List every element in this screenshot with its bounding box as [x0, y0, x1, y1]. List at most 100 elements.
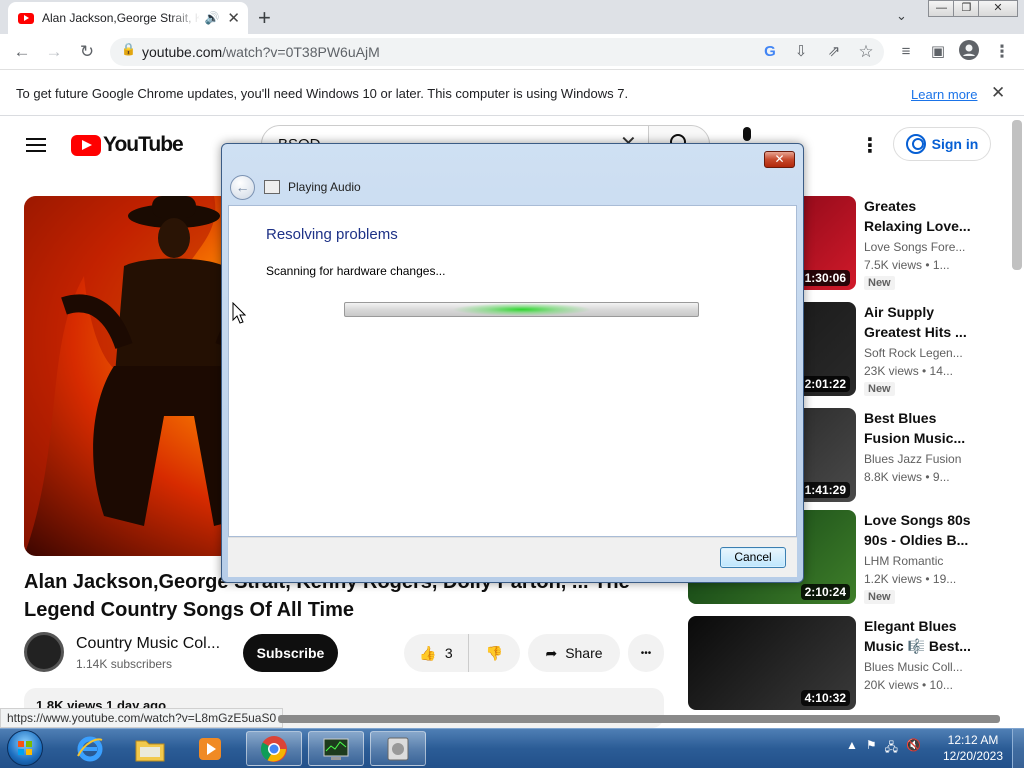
recommendation-channel[interactable]: Blues Music Coll...	[864, 660, 963, 674]
recommendation-channel[interactable]: Love Songs Fore...	[864, 240, 965, 254]
recommendation-title[interactable]: Best Blues Fusion Music...	[864, 408, 1014, 448]
action-center-flag-icon[interactable]: ⚑	[866, 738, 877, 759]
hamburger-menu-icon[interactable]	[26, 134, 46, 156]
thumbs-up-icon: 👍	[419, 644, 437, 661]
status-bubble-url: https://www.youtube.com/watch?v=L8mGzE5u…	[0, 708, 284, 728]
volume-muted-icon[interactable]: 🔇	[906, 738, 921, 759]
recommendation-title[interactable]: Love Songs 80s 90s - Oldies B...	[864, 510, 1014, 550]
learn-more-link[interactable]: Learn more	[911, 87, 977, 102]
chrome-menu-icon[interactable]: ⋮	[990, 40, 1014, 64]
recommendation-channel[interactable]: Blues Jazz Fusion	[864, 452, 961, 466]
thumbs-down-icon: 👎	[485, 644, 504, 661]
url-host: youtube.com	[142, 44, 223, 60]
page-scrollbar[interactable]	[1012, 120, 1022, 270]
list-item[interactable]: 4:10:32 Elegant Blues Music 🎼 Best... Bl…	[688, 616, 1018, 712]
speaker-icon[interactable]: 🔊	[204, 11, 219, 25]
recommendation-channel[interactable]: LHM Romantic	[864, 554, 943, 568]
share-button[interactable]: ➦ Share	[528, 634, 620, 672]
recommendation-meta: 7.5K views • 1...	[864, 258, 950, 272]
windows-logo-icon	[18, 741, 32, 755]
google-translate-icon[interactable]: G	[758, 40, 782, 64]
recommendation-title[interactable]: Elegant Blues Music 🎼 Best...	[864, 616, 1014, 656]
dialog-footer	[228, 537, 797, 577]
dialog-status-text: Scanning for hardware changes...	[266, 264, 446, 278]
back-arrow-icon[interactable]: ←	[10, 40, 34, 64]
chrome-icon[interactable]	[246, 731, 302, 766]
more-actions-button[interactable]: •••	[628, 634, 664, 672]
recommendation-meta: 1.2K views • 19...	[864, 572, 957, 586]
minimize-button[interactable]: —	[928, 0, 955, 17]
channel-name[interactable]: Country Music Col...	[76, 635, 220, 653]
youtube-logo[interactable]: YouTube	[71, 133, 184, 157]
youtube-wordmark: YouTube	[103, 133, 184, 156]
dialog-close-button[interactable]: ✕	[764, 151, 795, 168]
recommendation-title[interactable]: Greates Relaxing Love...	[864, 196, 1014, 236]
media-player-icon[interactable]	[182, 731, 238, 766]
install-app-icon[interactable]: ⇩	[789, 40, 813, 64]
infobar-message: To get future Google Chrome updates, you…	[16, 86, 629, 101]
share-icon[interactable]: ⇗	[822, 40, 846, 64]
duration-badge: 4:10:32	[800, 690, 850, 706]
recommendation-channel[interactable]: Soft Rock Legen...	[864, 346, 963, 360]
show-hidden-icons-icon[interactable]: ▲	[846, 738, 858, 759]
new-badge: New	[864, 382, 895, 396]
internet-explorer-icon[interactable]	[62, 731, 118, 766]
reload-icon[interactable]: ↻	[75, 40, 99, 64]
tab-close-icon[interactable]: ✕	[227, 9, 240, 27]
share-arrow-icon: ➦	[545, 644, 558, 661]
url-path: /watch?v=0T38PW6uAjM	[222, 44, 380, 60]
video-thumbnail[interactable]: 4:10:32	[688, 616, 856, 710]
sign-in-button[interactable]: Sign in	[893, 127, 991, 161]
task-manager-icon[interactable]	[308, 731, 364, 766]
forward-arrow-icon[interactable]: →	[42, 40, 66, 64]
browser-tab[interactable]: Alan Jackson,George Strait, K 🔊 ✕	[8, 2, 248, 34]
horizontal-scrollbar[interactable]	[278, 715, 1000, 723]
clock-date: 12/20/2023	[942, 749, 1004, 763]
url-text[interactable]: youtube.com/watch?v=0T38PW6uAjM	[142, 44, 380, 60]
bookmark-star-icon[interactable]: ☆	[854, 40, 878, 64]
channel-avatar[interactable]	[24, 632, 64, 672]
like-button[interactable]: 👍 3	[404, 634, 468, 672]
progress-marquee	[451, 303, 592, 316]
recommendation-meta: 20K views • 10...	[864, 678, 953, 692]
show-desktop-button[interactable]	[1012, 729, 1024, 768]
account-icon	[905, 134, 926, 154]
duration-badge: 2:01:22	[800, 376, 850, 392]
mouse-pointer-icon	[232, 301, 247, 329]
window-close-button[interactable]: ✕	[978, 0, 1018, 17]
like-count: 3	[444, 645, 453, 661]
dialog-content	[228, 205, 797, 537]
tab-search-chevron-icon[interactable]: ⌄	[896, 8, 907, 24]
troubleshooter-icon	[264, 180, 280, 194]
network-icon[interactable]: 🖧	[885, 738, 898, 759]
dislike-button[interactable]: 👎	[468, 634, 520, 672]
back-arrow-icon[interactable]: ←	[230, 175, 255, 200]
duration-badge: 1:30:06	[800, 270, 850, 286]
cancel-button[interactable]: Cancel	[720, 547, 786, 568]
dialog-window-title: Playing Audio	[288, 180, 361, 194]
infobar-close-icon[interactable]: ✕	[991, 83, 1005, 103]
new-tab-button[interactable]: +	[258, 5, 271, 31]
recommendation-meta: 23K views • 14...	[864, 364, 953, 378]
dialog-heading: Resolving problems	[266, 226, 398, 243]
notification-area: ▲ ⚑ 🖧 🔇	[846, 738, 921, 759]
side-panel-icon[interactable]: ▣	[926, 40, 950, 64]
subscriber-count: 1.14K subscribers	[76, 657, 173, 671]
start-button[interactable]	[7, 730, 43, 766]
profile-icon[interactable]	[957, 40, 981, 64]
recommendation-meta: 8.8K views • 9...	[864, 470, 950, 484]
troubleshooter-taskbar-icon[interactable]	[370, 731, 426, 766]
youtube-play-icon	[71, 134, 101, 156]
subscribe-button[interactable]: Subscribe	[243, 634, 338, 672]
media-control-icon[interactable]: ≡	[894, 40, 918, 64]
file-explorer-icon[interactable]	[122, 731, 178, 766]
settings-menu-icon[interactable]: ⋮	[860, 133, 880, 158]
progress-bar	[344, 302, 699, 317]
restore-button[interactable]: ❐	[953, 0, 980, 17]
new-badge: New	[864, 590, 895, 604]
system-clock[interactable]: 12:12 AM 12/20/2023	[938, 732, 1008, 764]
recommendation-title[interactable]: Air Supply Greatest Hits ...	[864, 302, 1014, 342]
lock-icon[interactable]: 🔒	[121, 42, 136, 56]
clock-time: 12:12 AM	[947, 733, 999, 747]
duration-badge: 2:10:24	[800, 584, 850, 600]
